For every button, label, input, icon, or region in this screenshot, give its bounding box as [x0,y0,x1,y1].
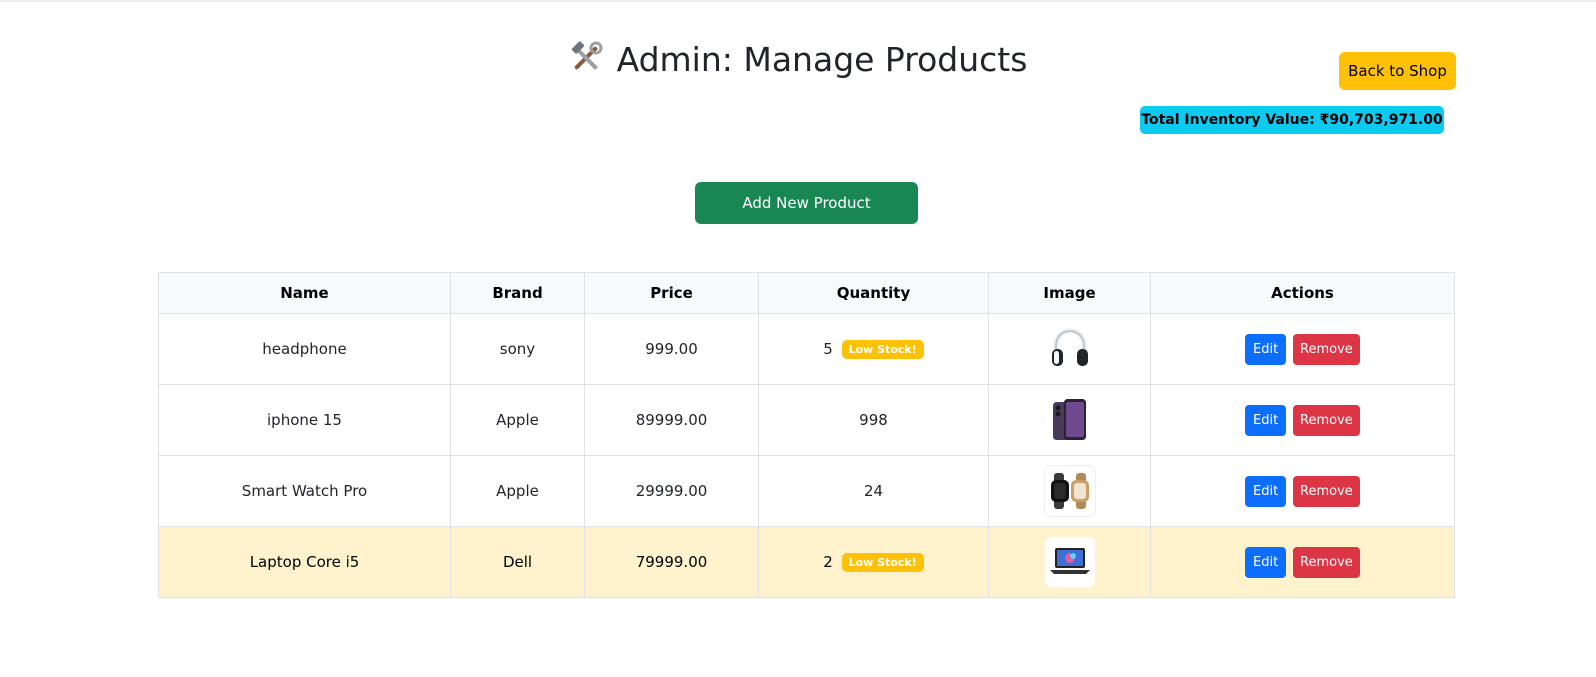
remove-button[interactable]: Remove [1292,333,1360,365]
product-price: 89999.00 [584,384,759,456]
product-name: iphone 15 [158,384,451,456]
products-table: Name Brand Price Quantity Image Actions … [158,272,1455,598]
top-divider [0,0,1596,2]
product-quantity-cell: 2 Low Stock! [758,526,989,598]
page-title-text: Admin: Manage Products [616,40,1028,79]
row-actions: Edit Remove [1150,526,1455,598]
product-brand: sony [450,313,585,385]
product-quantity: 2 [823,552,833,571]
table-row: headphone sony 999.00 5 Low Stock! Edit … [158,313,1455,385]
product-quantity: 998 [859,411,888,429]
product-brand: Dell [450,526,585,598]
product-image-cell [988,455,1151,527]
edit-button[interactable]: Edit [1245,333,1287,365]
product-image-cell [988,313,1151,385]
smartphone-icon [1044,395,1095,445]
add-product-button[interactable]: Add New Product [695,182,918,224]
product-image-cell [988,526,1151,598]
laptop-icon [1044,537,1095,587]
product-name: headphone [158,313,451,385]
product-quantity-cell: 998 [758,384,989,456]
column-header-actions: Actions [1150,272,1455,314]
column-header-name: Name [158,272,451,314]
remove-button[interactable]: Remove [1292,475,1360,507]
table-row: Laptop Core i5 Dell 79999.00 2 Low Stock… [158,526,1455,598]
column-header-image: Image [988,272,1151,314]
product-quantity: 5 [823,339,833,358]
hammer-and-wrench-icon [569,41,603,83]
product-quantity-cell: 24 [758,455,989,527]
product-name: Smart Watch Pro [158,455,451,527]
table-header-row: Name Brand Price Quantity Image Actions [158,272,1455,314]
column-header-price: Price [584,272,759,314]
table-row: Smart Watch Pro Apple 29999.00 24 Edit R… [158,455,1455,527]
column-header-brand: Brand [450,272,585,314]
edit-button[interactable]: Edit [1245,404,1287,436]
low-stock-badge: Low Stock! [841,339,924,359]
edit-button[interactable]: Edit [1245,546,1287,578]
product-quantity: 24 [863,482,884,500]
headphones-icon [1044,324,1095,374]
remove-button[interactable]: Remove [1292,404,1360,436]
column-header-quantity: Quantity [758,272,989,314]
product-name: Laptop Core i5 [158,526,451,598]
table-row: iphone 15 Apple 89999.00 998 Edit Remove [158,384,1455,456]
inventory-value-badge: Total Inventory Value: ₹90,703,971.00 [1140,106,1444,134]
product-brand: Apple [450,384,585,456]
product-price: 999.00 [584,313,759,385]
row-actions: Edit Remove [1150,313,1455,385]
product-image-cell [988,384,1151,456]
product-price: 29999.00 [584,455,759,527]
back-to-shop-button[interactable]: Back to Shop [1339,52,1456,90]
row-actions: Edit Remove [1150,455,1455,527]
product-price: 79999.00 [584,526,759,598]
product-quantity-cell: 5 Low Stock! [758,313,989,385]
remove-button[interactable]: Remove [1292,546,1360,578]
row-actions: Edit Remove [1150,384,1455,456]
edit-button[interactable]: Edit [1245,475,1287,507]
smartwatch-icon [1044,466,1095,516]
product-brand: Apple [450,455,585,527]
low-stock-badge: Low Stock! [841,552,924,572]
